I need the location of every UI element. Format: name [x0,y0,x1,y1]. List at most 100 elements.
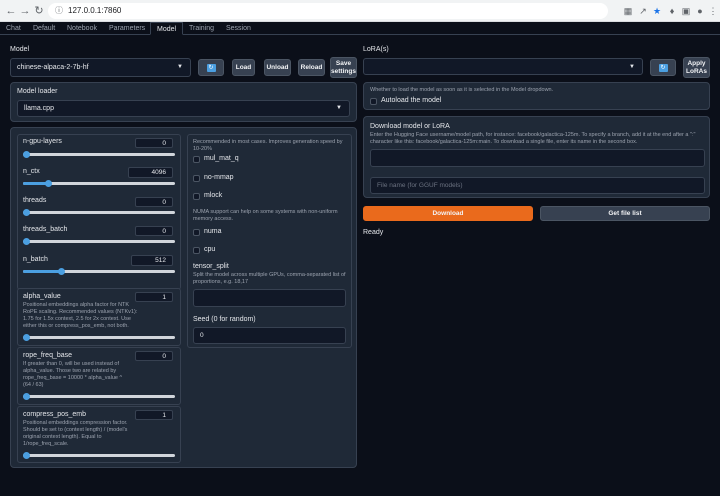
download-info-1: Enter the Hugging Face username/model pa… [370,132,696,138]
translate-icon[interactable]: ▦ [622,5,634,17]
n-gpu-layers-slider[interactable] [23,151,175,158]
n-ctx-label: n_ctx [23,168,40,175]
autoload-info: Whether to load the model as soon as it … [370,87,554,93]
n-ctx-input[interactable]: 4096 [128,167,173,178]
mul-mat-q-checkbox[interactable] [193,156,200,163]
tensor-split-info-1: Split the model across multiple GPUs, co… [193,272,346,278]
slider-thumb[interactable] [23,452,30,459]
model-label: Model [10,46,30,53]
menu-icon[interactable]: ⋮ [707,5,719,17]
apply-loras-label-2: LoRAs [686,68,707,75]
slider-thumb[interactable] [23,151,30,158]
download-button[interactable]: Download [363,206,533,221]
no-mmap-label: no-mmap [204,174,234,181]
alpha-info-3: 1.75 for 1.5x context, 2.5 for 2x contex… [23,316,131,322]
sidebar-icon[interactable]: ▣ [680,5,692,17]
n-ctx-slider[interactable] [23,180,175,187]
unload-button[interactable]: Unload [264,59,291,76]
forward-arrow-icon[interactable]: → [18,4,32,18]
compress-info-3: original context length). Equal to [23,434,102,440]
model-dropdown[interactable]: chinese-alpaca-2-7b-hf ▼ [10,58,191,77]
threads-input[interactable]: 0 [135,197,173,207]
model-loader-dropdown[interactable]: llama.cpp ▼ [17,100,350,117]
loader-settings-panel: n-gpu-layers 0 n_ctx 4096 threads 0 thre… [10,127,357,468]
recommended-info-1: Recommended in most cases. Improves gene… [193,139,343,145]
alpha-value-label: alpha_value [23,293,61,300]
cpu-checkbox[interactable] [193,247,200,254]
star-icon[interactable]: ★ [651,5,663,17]
autoload-checkbox[interactable] [370,98,377,105]
extensions-icon[interactable]: ♦ [666,5,678,17]
compress-pos-emb-slider[interactable] [23,452,175,459]
tab-session[interactable]: Session [220,22,257,35]
lora-refresh-button[interactable]: ↻ [650,59,676,76]
rope-info-4: (64 / 63) [23,382,44,388]
n-batch-slider[interactable] [23,268,175,275]
model-path-input[interactable] [370,149,705,167]
seed-input[interactable]: 0 [193,327,346,344]
no-mmap-checkbox[interactable] [193,175,200,182]
file-name-input[interactable]: File name (for GGUF models) [370,177,705,194]
reload-icon[interactable]: ↻ [32,4,46,18]
url-text: 127.0.0.1:7860 [68,6,122,15]
compress-pos-emb-input[interactable]: 1 [135,410,173,420]
tab-default[interactable]: Default [27,22,61,35]
autoload-panel: Whether to load the model as soon as it … [363,82,710,110]
threads-batch-label: threads_batch [23,226,68,233]
back-arrow-icon[interactable]: ← [4,4,18,18]
tab-notebook[interactable]: Notebook [61,22,103,35]
slider-thumb[interactable] [23,393,30,400]
compress-info-2: Should be set to (context length) / (mod… [23,427,128,433]
chevron-down-icon: ▼ [177,64,183,70]
rope-freq-base-label: rope_freq_base [23,352,73,359]
model-refresh-button[interactable]: ↻ [198,59,224,76]
n-batch-input[interactable]: 512 [131,255,173,266]
slider-thumb[interactable] [23,209,30,216]
alpha-value-slider[interactable] [23,334,175,341]
mul-mat-q-label: mul_mat_q [204,155,239,162]
tab-chat[interactable]: Chat [0,22,27,35]
tensor-split-label: tensor_split [193,263,229,270]
get-file-list-button[interactable]: Get file list [540,206,710,221]
alpha-info-1: Positional embeddings alpha factor for N… [23,302,130,308]
info-icon[interactable]: ⓘ [55,3,63,19]
alpha-info-4: either this or compress_pos_emb, not bot… [23,323,129,329]
lora-label: LoRA(s) [363,46,389,53]
chevron-down-icon: ▼ [629,64,635,70]
slider-thumb[interactable] [23,238,30,245]
compress-info-4: 1/rope_freq_scale. [23,441,69,447]
profile-icon[interactable]: ● [694,5,706,17]
tab-model[interactable]: Model [150,22,184,35]
rope-freq-base-input[interactable]: 0 [135,351,173,361]
slider-thumb[interactable] [23,334,30,341]
n-gpu-layers-input[interactable]: 0 [135,138,173,148]
reload-button[interactable]: Reload [298,59,325,76]
address-bar[interactable]: ⓘ 127.0.0.1:7860 [48,3,608,19]
tensor-split-input[interactable] [193,289,346,307]
download-info-2: character like this: facebook/galactica-… [370,139,638,145]
save-settings-button[interactable]: Save settings [330,57,357,78]
download-title: Download model or LoRA [370,123,450,130]
threads-batch-input[interactable]: 0 [135,226,173,236]
cpu-label: cpu [204,246,216,253]
load-button[interactable]: Load [232,59,255,76]
threads-batch-slider[interactable] [23,238,175,245]
save-settings-label-2: settings [331,68,356,75]
mlock-checkbox[interactable] [193,193,200,200]
share-icon[interactable]: ↗ [637,5,649,17]
n-gpu-layers-label: n-gpu-layers [23,138,62,145]
alpha-value-input[interactable]: 1 [135,292,173,302]
tensor-split-info-2: proportions, e.g. 18,17 [193,279,249,285]
tab-training[interactable]: Training [183,22,220,35]
tab-parameters[interactable]: Parameters [103,22,151,35]
autoload-label: Autoload the model [381,97,442,104]
refresh-icon: ↻ [206,63,216,72]
recommended-info-2: 10-20% [193,146,212,152]
apply-loras-button[interactable]: Apply LoRAs [683,57,710,78]
numa-checkbox[interactable] [193,229,200,236]
rope-freq-base-slider[interactable] [23,393,175,400]
lora-dropdown[interactable]: ▼ [363,58,643,75]
slider-thumb[interactable] [57,268,65,275]
main-tabs: Chat Default Notebook Parameters Model T… [0,22,720,35]
threads-slider[interactable] [23,209,175,216]
